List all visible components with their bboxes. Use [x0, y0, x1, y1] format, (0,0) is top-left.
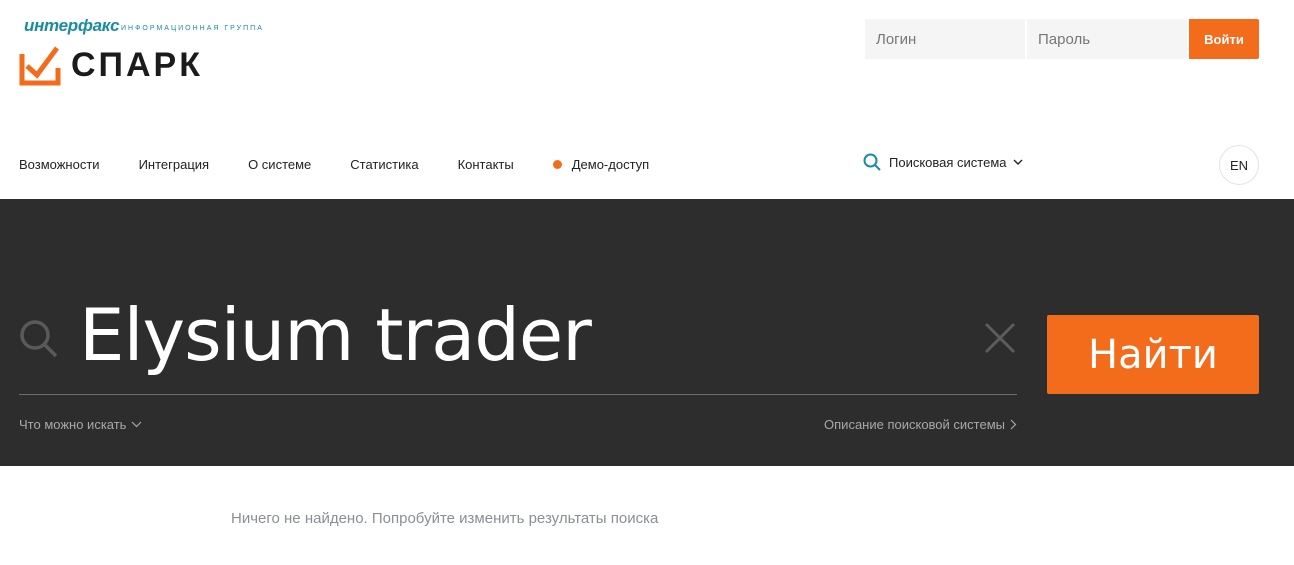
search-icon	[20, 320, 58, 358]
site-header: интерфакс информационная группа СПАРК Ло…	[0, 0, 1294, 199]
password-field[interactable]: Пароль	[1027, 19, 1187, 59]
chevron-right-icon	[1010, 419, 1017, 430]
search-system-label: Поисковая система	[889, 154, 1007, 170]
nav-item-demo-label: Демо-доступ	[571, 156, 650, 172]
checkmark-logo-icon	[19, 46, 61, 86]
search-hero: Elysium trader Найти Что можно искать Оп…	[0, 199, 1294, 466]
nav-item-statistics[interactable]: Статистика	[350, 157, 418, 172]
search-system-dropdown[interactable]: Поисковая система	[863, 153, 1031, 171]
search-query-input[interactable]: Elysium trader	[79, 299, 592, 371]
nav-item-contacts[interactable]: Контакты	[458, 157, 514, 172]
language-switch[interactable]: EN	[1219, 145, 1259, 185]
search-description-label: Описание поисковой системы	[824, 417, 1005, 432]
interfax-logo-text: интерфакс	[24, 16, 120, 35]
nav-item-integration[interactable]: Интеграция	[139, 157, 210, 172]
main-nav: Возможности Интеграция О системе Статист…	[19, 150, 688, 178]
demo-dot-icon	[552, 159, 562, 169]
nav-item-demo[interactable]: Демо-доступ	[552, 156, 650, 172]
chevron-down-icon	[1013, 159, 1023, 165]
search-icon	[863, 153, 881, 171]
search-description-link[interactable]: Описание поисковой системы	[824, 417, 1017, 432]
login-field[interactable]: Логин	[865, 19, 1025, 59]
nav-item-about[interactable]: О системе	[248, 157, 311, 172]
logo-tagline: информационная группа	[121, 25, 264, 32]
chevron-down-icon	[132, 421, 142, 428]
close-icon[interactable]	[983, 321, 1017, 355]
login-button[interactable]: Войти	[1189, 19, 1259, 59]
no-results-message: Ничего не найдено. Попробуйте изменить р…	[231, 510, 659, 527]
login-form: Логин Пароль Войти	[865, 19, 1259, 59]
spark-logo-text: СПАРК	[71, 46, 203, 84]
search-underline	[19, 394, 1017, 395]
nav-item-features[interactable]: Возможности	[19, 157, 100, 172]
what-to-search-label: Что можно искать	[19, 417, 127, 432]
spark-logo[interactable]: интерфакс информационная группа СПАРК	[19, 14, 279, 94]
search-submit-button[interactable]: Найти	[1047, 315, 1259, 394]
what-to-search-toggle[interactable]: Что можно искать	[19, 417, 142, 432]
